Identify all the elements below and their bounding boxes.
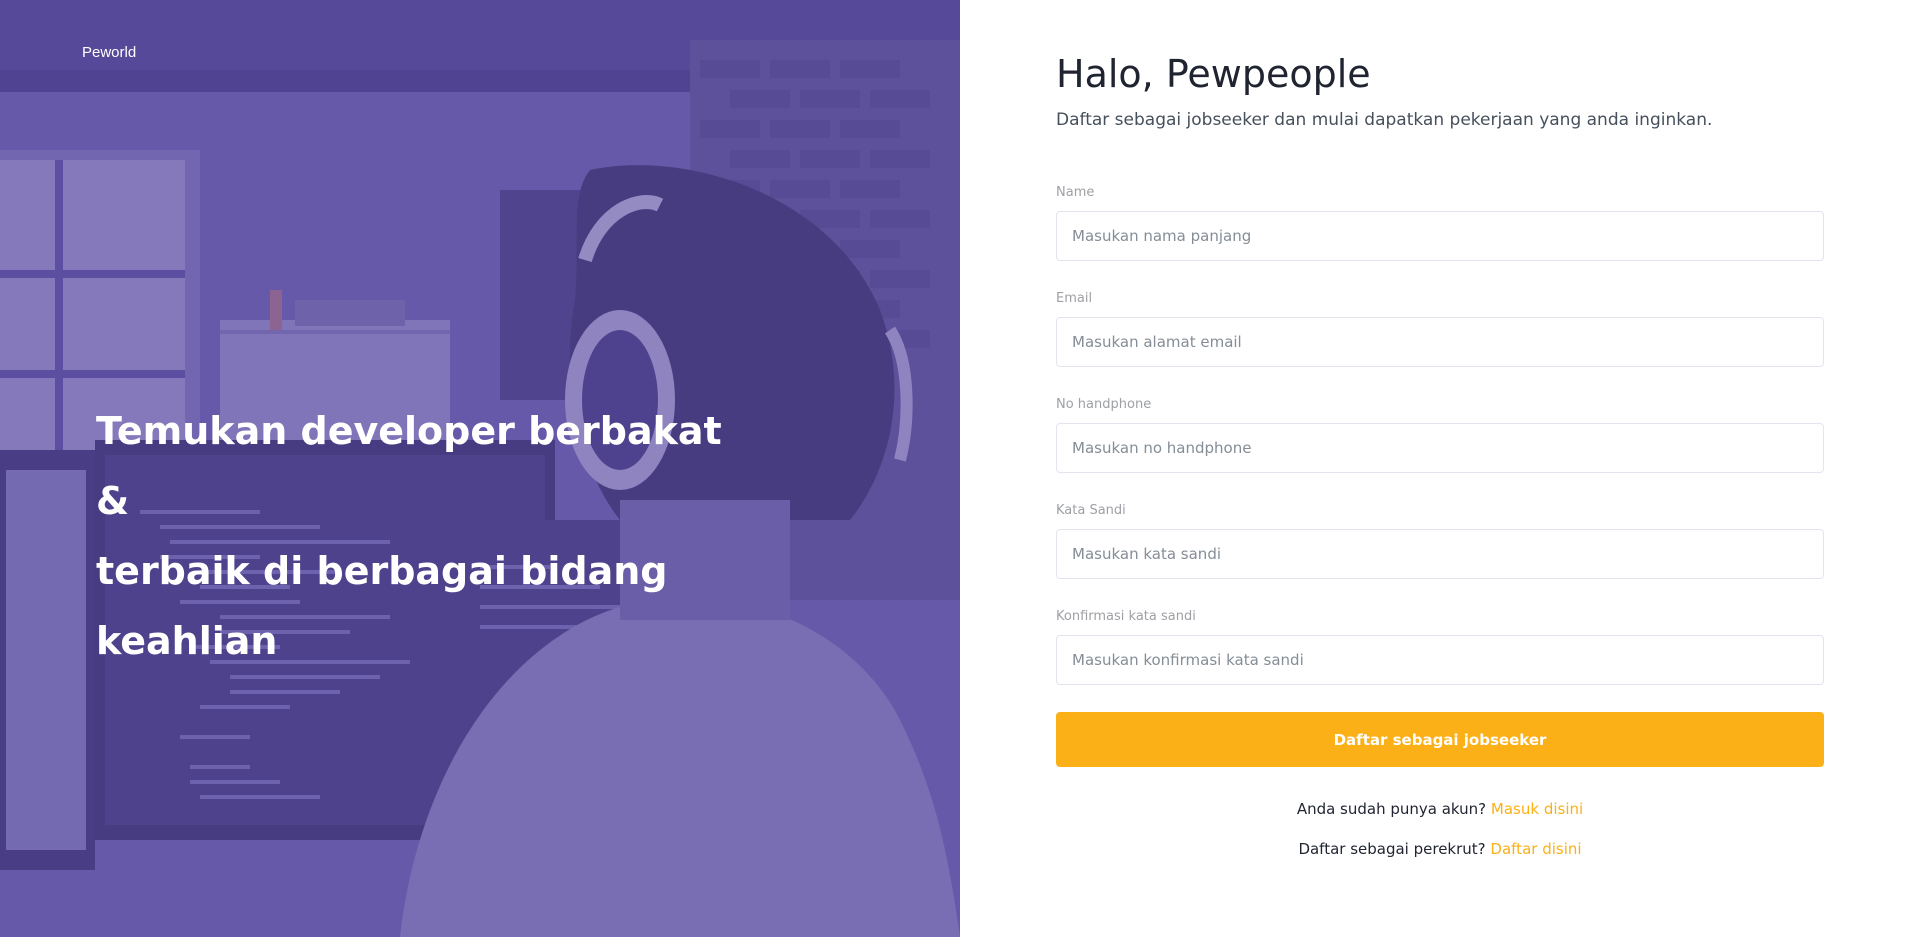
hero-headline: Temukan developer berbakat & terbaik di … xyxy=(96,396,736,676)
hero-headline-line: terbaik di berbagai bidang xyxy=(96,549,668,593)
confirm-password-input[interactable] xyxy=(1056,635,1824,685)
recruiter-register-link[interactable]: Daftar disini xyxy=(1490,840,1581,858)
phone-field-group: No handphone xyxy=(1056,397,1824,473)
phone-label: No handphone xyxy=(1056,397,1152,412)
hero-headline-line: Temukan developer berbakat & xyxy=(96,409,722,523)
recruiter-prompt-line: Daftar sebagai perekrut? Daftar disini xyxy=(1056,840,1824,858)
register-form-panel: Halo, Pewpeople Daftar sebagai jobseeker… xyxy=(960,0,1920,937)
phone-input[interactable] xyxy=(1056,423,1824,473)
register-jobseeker-button[interactable]: Daftar sebagai jobseeker xyxy=(1056,712,1824,767)
register-page: Peworld Temukan developer berbakat & ter… xyxy=(0,0,1920,937)
name-field-group: Name xyxy=(1056,185,1824,261)
login-prompt-text: Anda sudah punya akun? xyxy=(1296,800,1487,818)
email-label: Email xyxy=(1056,291,1093,306)
login-prompt-line: Anda sudah punya akun? Masuk disini xyxy=(1056,800,1824,818)
page-subtitle: Daftar sebagai jobseeker dan mulai dapat… xyxy=(1056,110,1713,130)
name-label: Name xyxy=(1056,185,1095,200)
password-field-group: Kata Sandi xyxy=(1056,503,1824,579)
password-label: Kata Sandi xyxy=(1056,503,1126,518)
password-input[interactable] xyxy=(1056,529,1824,579)
brand-logo-text[interactable]: Peworld xyxy=(82,44,136,61)
page-title: Halo, Pewpeople xyxy=(1056,52,1371,96)
name-input[interactable] xyxy=(1056,211,1824,261)
confirm-password-field-group: Konfirmasi kata sandi xyxy=(1056,609,1824,685)
hero-panel: Peworld Temukan developer berbakat & ter… xyxy=(0,0,960,937)
recruiter-prompt-text: Daftar sebagai perekrut? xyxy=(1298,840,1486,858)
confirm-password-label: Konfirmasi kata sandi xyxy=(1056,609,1196,624)
email-input[interactable] xyxy=(1056,317,1824,367)
hero-headline-line: keahlian xyxy=(96,619,278,663)
email-field-group: Email xyxy=(1056,291,1824,367)
login-link[interactable]: Masuk disini xyxy=(1491,800,1583,818)
